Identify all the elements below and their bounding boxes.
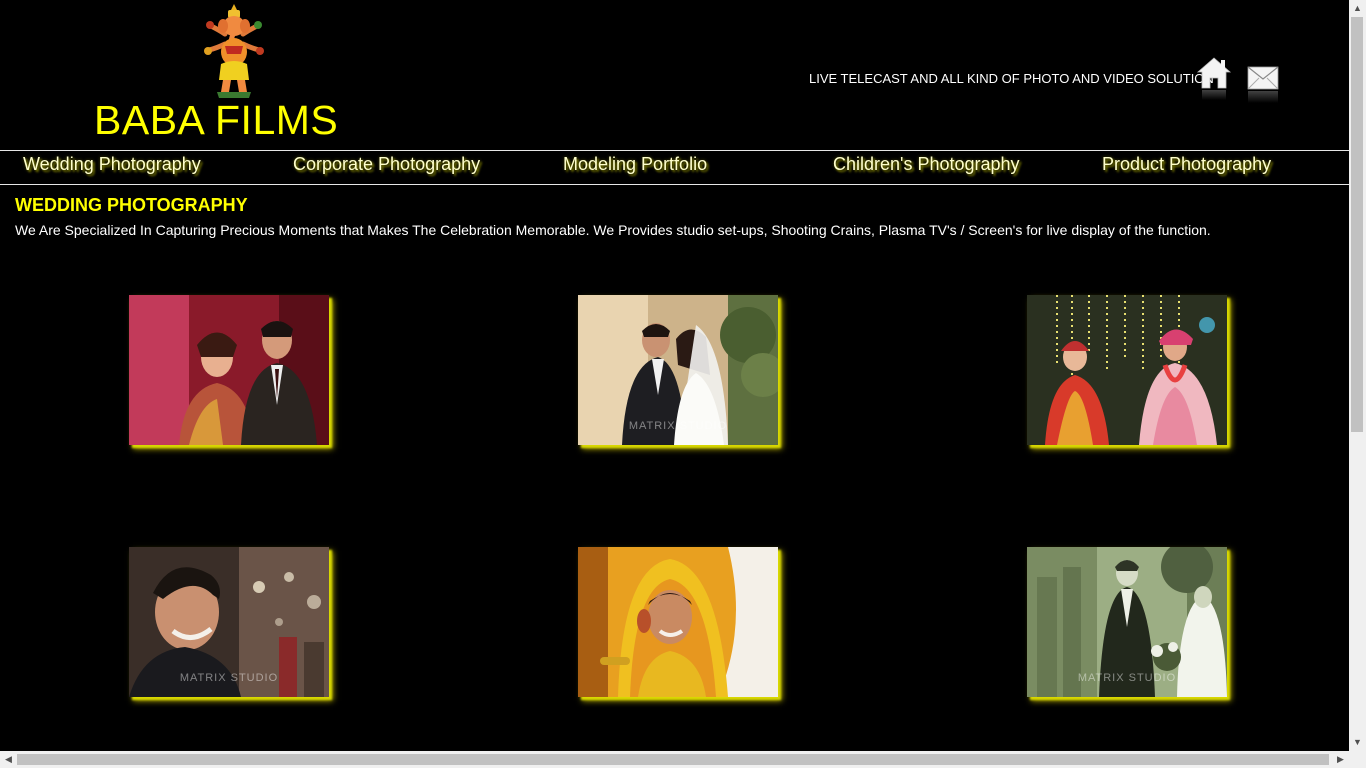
tagline: LIVE TELECAST AND ALL KIND OF PHOTO AND … [809, 71, 1214, 86]
ganesha-icon [204, 4, 264, 98]
horizontal-scrollbar[interactable]: ◀ ▶ [0, 751, 1366, 768]
gallery-photo[interactable] [1027, 295, 1227, 445]
gallery-photo[interactable]: MATRIX STUDIO [129, 547, 329, 697]
photo-watermark: MATRIX STUDIO [1077, 672, 1177, 684]
gallery-photo[interactable] [578, 547, 778, 697]
nav-corporate-photography[interactable]: Corporate Photography [293, 154, 480, 175]
wedding-ceremony-photo [1027, 295, 1227, 445]
scroll-down-icon[interactable]: ▼ [1349, 734, 1366, 751]
nav-wedding-photography[interactable]: Wedding Photography [23, 154, 201, 175]
gallery-photo[interactable]: MATRIX STUDIO [578, 295, 778, 445]
page: BABA FILMS LIVE TELECAST AND ALL KIND OF… [0, 0, 1349, 751]
photo-watermark: MATRIX STUDIO [179, 672, 279, 684]
photo-watermark: MATRIX STUDIO [628, 420, 728, 432]
nav-modeling-portfolio[interactable]: Modeling Portfolio [563, 154, 707, 175]
scroll-right-icon[interactable]: ▶ [1332, 751, 1349, 768]
page-title: WEDDING PHOTOGRAPHY [15, 195, 248, 215]
home-icon[interactable] [1196, 56, 1232, 108]
gallery-photo[interactable] [129, 295, 329, 445]
vertical-scrollbar[interactable]: ▲ ▼ [1349, 0, 1366, 751]
main-nav: Wedding Photography Corporate Photograph… [0, 150, 1349, 185]
scroll-left-icon[interactable]: ◀ [0, 751, 17, 768]
mail-icon[interactable] [1246, 63, 1280, 109]
couple-portrait-photo [129, 295, 329, 445]
nav-childrens-photography[interactable]: Children's Photography [833, 154, 1020, 175]
page-description: We Are Specialized In Capturing Precious… [15, 222, 1211, 238]
horizontal-scroll-thumb[interactable] [17, 754, 1329, 765]
nav-product-photography[interactable]: Product Photography [1102, 154, 1271, 175]
brand-title: BABA FILMS [94, 97, 339, 143]
vertical-scroll-thumb[interactable] [1351, 17, 1363, 432]
gallery-photo[interactable]: MATRIX STUDIO [1027, 547, 1227, 697]
scroll-up-icon[interactable]: ▲ [1349, 0, 1366, 17]
bride-yellow-veil-photo [578, 547, 778, 697]
